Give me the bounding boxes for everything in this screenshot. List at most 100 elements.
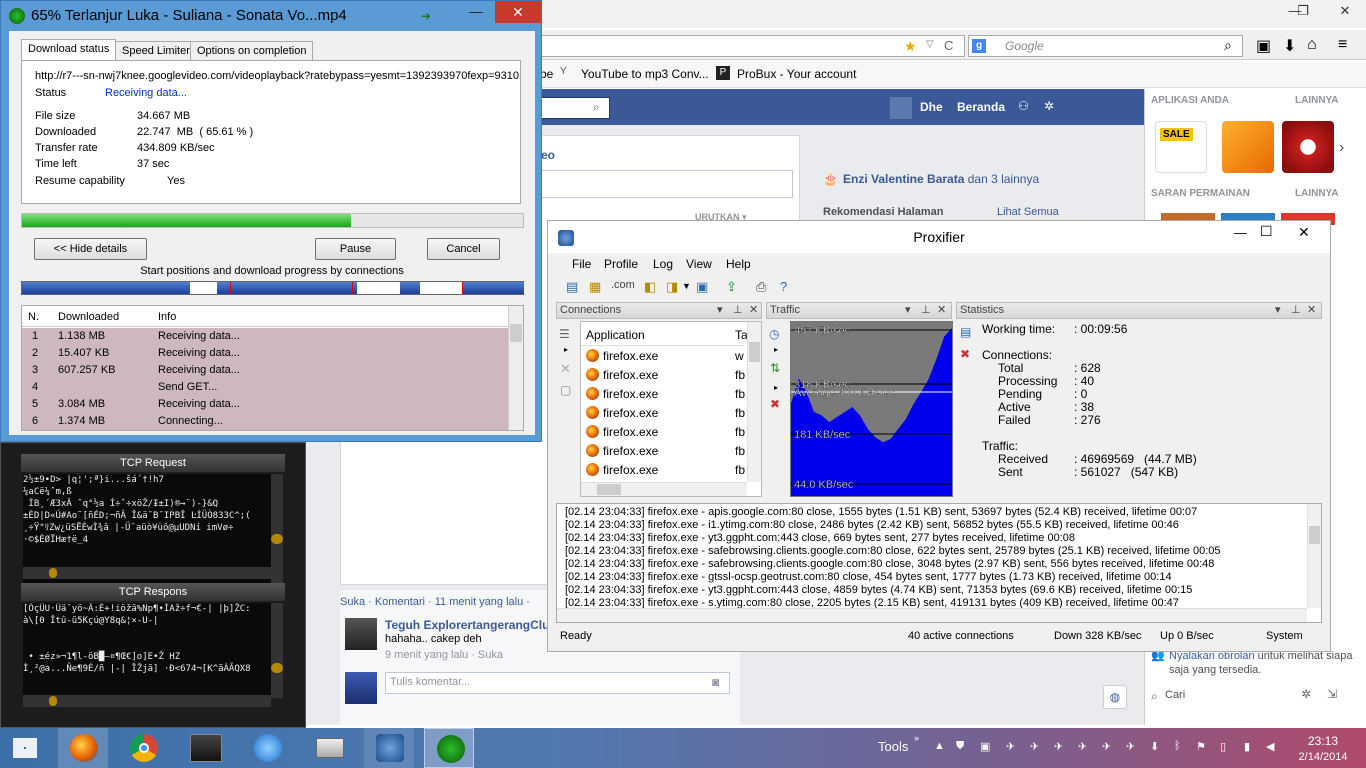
scrollbar[interactable] xyxy=(271,474,283,584)
column-header[interactable]: Downloaded xyxy=(58,311,119,323)
close-button[interactable]: ✕ xyxy=(495,1,541,23)
tab-speed-limiter[interactable]: Speed Limiter xyxy=(115,41,197,61)
clear-icon[interactable]: ✖ xyxy=(770,397,780,411)
birthday-name[interactable]: Enzi Valentine Barata xyxy=(843,172,964,186)
list-item[interactable]: firefox.exe fb xyxy=(581,442,745,461)
taskbar-app[interactable] xyxy=(242,728,292,768)
scrollbar-thumb[interactable] xyxy=(49,568,57,578)
log-line[interactable]: [02.14 23:04:33] firefox.exe - i1.ytimg.… xyxy=(565,519,1307,532)
home-link[interactable]: Beranda xyxy=(957,100,1005,114)
tray-shield-icon[interactable]: ⛊ xyxy=(956,740,964,753)
restore-button[interactable]: ❐ xyxy=(1288,0,1318,22)
home-icon[interactable]: ⌂ xyxy=(1307,36,1317,54)
table-row[interactable]: 6 1.374 MB Connecting... xyxy=(22,413,508,430)
h-scrollbar[interactable] xyxy=(581,482,747,496)
camera-icon[interactable]: ◙ xyxy=(712,675,719,689)
details-icon[interactable]: ▢ xyxy=(560,383,571,397)
pin-icon[interactable]: ⊥ xyxy=(1291,303,1301,318)
column-header[interactable]: Ta xyxy=(735,328,748,342)
table-row[interactable]: 3 607.257 KB Receiving data... xyxy=(22,362,508,379)
column-header[interactable]: N. xyxy=(28,311,39,323)
table-row[interactable]: 5 3.084 MB Receiving data... xyxy=(22,396,508,413)
birthday-rest[interactable]: dan 3 lainnya xyxy=(964,172,1039,186)
toolbar-tools-label[interactable]: Tools xyxy=(878,739,908,754)
tray-idm-icon[interactable]: ⬇ xyxy=(1150,740,1159,753)
pause-button[interactable]: Pause xyxy=(315,238,396,260)
log-line[interactable]: [02.14 23:04:33] firefox.exe - safebrows… xyxy=(565,545,1307,558)
up-down-icon[interactable]: ⇅ xyxy=(770,361,780,375)
scrollbar-thumb[interactable] xyxy=(510,324,522,342)
games-more-link[interactable]: LAINNYA xyxy=(1295,188,1339,199)
clock-time[interactable]: 23:13 xyxy=(1298,734,1348,748)
taskbar-explorer[interactable] xyxy=(304,728,354,768)
tray-network-icon[interactable]: ✈ xyxy=(1078,740,1087,753)
chevron-right-icon[interactable]: › xyxy=(1339,139,1344,157)
bookmark-item[interactable]: YouTube to mp3 Conv... xyxy=(581,67,709,81)
search-input[interactable]: Google xyxy=(1005,39,1044,53)
search-icon[interactable]: ⌕ xyxy=(593,100,600,115)
comment-author[interactable]: Teguh ExplorertangerangClu xyxy=(385,618,549,632)
reload-icon[interactable]: C xyxy=(944,38,953,53)
menu-file[interactable]: File xyxy=(572,257,591,271)
avatar[interactable] xyxy=(345,618,377,650)
bookmark-item[interactable]: ProBux - Your account xyxy=(737,67,856,81)
globe-icon[interactable]: ◍ xyxy=(1103,685,1127,709)
pin-icon[interactable]: ⊥ xyxy=(921,303,931,318)
toolbar-expand-icon[interactable]: » xyxy=(914,733,919,743)
close-button[interactable]: ✕ xyxy=(1330,0,1360,22)
close-icon[interactable]: ✕ xyxy=(749,303,758,318)
taskbar-chrome[interactable] xyxy=(118,728,168,768)
chat-popout-icon[interactable]: ⇲ xyxy=(1327,687,1337,701)
feed-header[interactable]: eo xyxy=(541,148,555,162)
start-button[interactable] xyxy=(0,728,50,768)
menu-help[interactable]: Help xyxy=(726,257,751,271)
save-icon[interactable]: ▣ xyxy=(696,279,708,295)
tray-network-icon[interactable]: ✈ xyxy=(1030,740,1039,753)
dns-icon[interactable]: .com xyxy=(611,279,635,291)
downloads-icon[interactable]: ⬇ xyxy=(1283,36,1296,56)
list-item[interactable]: firefox.exe fb xyxy=(581,366,745,385)
facebook-search-input[interactable]: ⌕ xyxy=(540,97,610,119)
scrollbar[interactable] xyxy=(271,603,283,698)
list-item[interactable]: firefox.exe fb xyxy=(581,385,745,404)
panel-menu-icon[interactable]: ▾ xyxy=(717,303,723,318)
search-icon[interactable]: ⌕ xyxy=(1224,37,1232,54)
scrollbar[interactable] xyxy=(508,306,523,430)
rules-icon[interactable]: ▦ xyxy=(589,279,601,295)
tray-network-icon[interactable]: ✈ xyxy=(1102,740,1111,753)
taskbar-game[interactable] xyxy=(180,728,230,768)
avatar[interactable] xyxy=(890,97,912,119)
new-profile-icon[interactable]: ◧ xyxy=(644,279,656,295)
open-profile-icon[interactable]: ◨ xyxy=(666,279,678,295)
rss-app-icon[interactable] xyxy=(1222,121,1274,173)
minimize-button[interactable]: — xyxy=(1234,225,1247,240)
bookmark-item[interactable]: be xyxy=(540,67,553,81)
tab-options-completion[interactable]: Options on completion xyxy=(190,41,314,61)
arrow-icon[interactable]: ▸ xyxy=(564,345,568,354)
clock-icon[interactable]: ◷ xyxy=(769,327,779,341)
scrollbar-thumb[interactable] xyxy=(271,663,283,673)
close-icon[interactable]: ✕ xyxy=(937,303,946,318)
tray-bluetooth-icon[interactable]: ᛒ xyxy=(1174,740,1181,752)
list-item[interactable]: firefox.exe fb xyxy=(581,461,745,480)
column-header[interactable]: Application xyxy=(586,328,645,342)
list-view-icon[interactable]: ☰ xyxy=(559,327,570,341)
arrow-icon[interactable]: ▸ xyxy=(774,383,778,392)
panel-menu-icon[interactable]: ▾ xyxy=(905,303,911,318)
taskbar-firefox[interactable] xyxy=(58,728,108,768)
log-line[interactable]: [02.14 23:04:33] firefox.exe - gtssl-ocs… xyxy=(565,571,1307,584)
stats-icon[interactable]: ▤ xyxy=(960,325,971,339)
scrollbar-thumb[interactable] xyxy=(271,534,283,544)
maximize-button[interactable]: ☐ xyxy=(1260,223,1273,240)
h-scrollbar[interactable] xyxy=(23,567,271,579)
help-icon[interactable]: ? xyxy=(780,279,787,294)
tray-network-icon[interactable]: ✈ xyxy=(1006,740,1015,753)
scrollbar[interactable] xyxy=(1307,504,1321,608)
table-row[interactable]: 1 1.138 MB Receiving data... xyxy=(22,328,508,345)
close-icon[interactable]: ✕ xyxy=(1307,303,1316,318)
scrollbar-thumb[interactable] xyxy=(749,342,760,362)
print-icon[interactable]: ⎙ xyxy=(756,279,766,295)
h-scrollbar[interactable] xyxy=(557,608,1307,622)
hide-details-button[interactable]: << Hide details xyxy=(34,238,147,260)
tray-network-icon[interactable]: ✈ xyxy=(1126,740,1135,753)
